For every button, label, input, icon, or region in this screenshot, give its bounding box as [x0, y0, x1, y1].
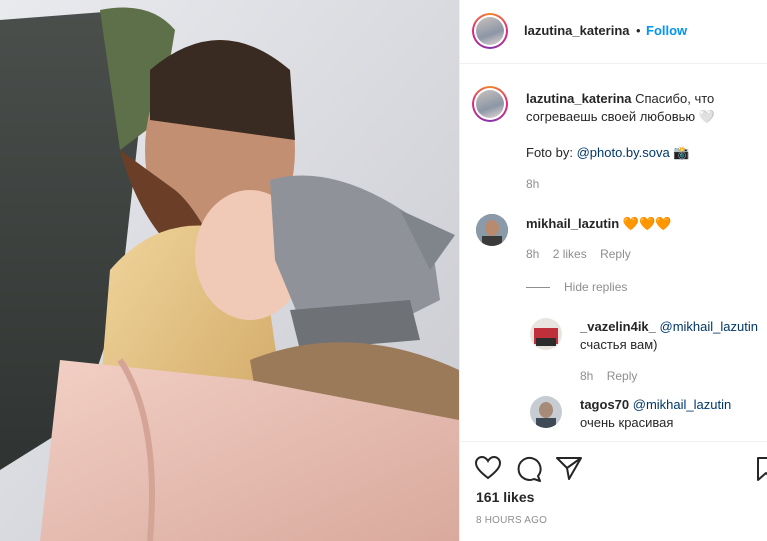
reply-reply-button[interactable]: Reply [607, 369, 638, 383]
caption-author-avatar[interactable] [472, 86, 508, 122]
comment-likes[interactable]: 2 likes [553, 247, 587, 261]
comment-time[interactable]: 8h [526, 247, 539, 261]
comment-icon[interactable] [516, 456, 542, 487]
comment-text: 🧡🧡🧡 [622, 216, 672, 231]
heart-icon[interactable] [474, 455, 502, 485]
reply-avatar[interactable] [530, 396, 562, 428]
author-avatar[interactable] [472, 13, 508, 49]
photo-credit: Foto by: @photo.by.sova 📸 [526, 144, 690, 162]
reply-text: счастья вам) [580, 337, 658, 352]
reply-mention[interactable]: @mikhail_lazutin [660, 319, 758, 334]
hide-replies-label: Hide replies [564, 280, 628, 294]
reply-avatar[interactable] [530, 318, 562, 350]
comment: mikhail_lazutin 🧡🧡🧡 [526, 215, 671, 233]
author-username[interactable]: lazutina_katerina [524, 23, 630, 38]
camera-emoji: 📸 [673, 145, 690, 160]
caption-time[interactable]: 8h [526, 177, 539, 191]
hide-replies-line [526, 287, 550, 289]
hide-replies-button[interactable]: Hide replies [526, 280, 627, 294]
bookmark-icon[interactable] [756, 456, 767, 487]
photo-credit-prefix: Foto by: [526, 145, 577, 160]
reply: _vazelin4ik_ @mikhail_lazutin счастья ва… [580, 318, 760, 354]
caption: lazutina_katerina Спасибо, что согреваеш… [526, 90, 746, 126]
reply-username[interactable]: tagos70 [580, 397, 629, 412]
caption-username[interactable]: lazutina_katerina [526, 91, 632, 106]
reply-username[interactable]: _vazelin4ik_ [580, 319, 656, 334]
commenter-avatar[interactable] [476, 214, 508, 246]
reply: tagos70 @mikhail_lazutin очень красивая [580, 396, 760, 432]
post-image [0, 0, 459, 541]
action-bar: 161 likes 8 HOURS AGO [460, 441, 767, 541]
photographer-mention[interactable]: @photo.by.sova [577, 145, 670, 160]
reply-text: очень красивая [580, 415, 674, 430]
reply-meta: 8h Reply [580, 369, 637, 383]
follow-button[interactable]: Follow [646, 23, 687, 38]
share-icon[interactable] [556, 456, 582, 485]
post-photo[interactable] [0, 0, 459, 541]
comment-meta: 8h 2 likes Reply [526, 247, 631, 261]
comment-reply-button[interactable]: Reply [600, 247, 631, 261]
post-timestamp[interactable]: 8 HOURS AGO [476, 515, 547, 526]
post-header: lazutina_katerina • Follow [460, 0, 767, 64]
post-side-panel: lazutina_katerina • Follow lazutina_kate… [459, 0, 767, 541]
reply-time[interactable]: 8h [580, 369, 593, 383]
separator-dot: • [636, 23, 641, 38]
likes-count[interactable]: 161 likes [476, 489, 534, 505]
reply-mention[interactable]: @mikhail_lazutin [633, 397, 731, 412]
comment-username[interactable]: mikhail_lazutin [526, 216, 619, 231]
